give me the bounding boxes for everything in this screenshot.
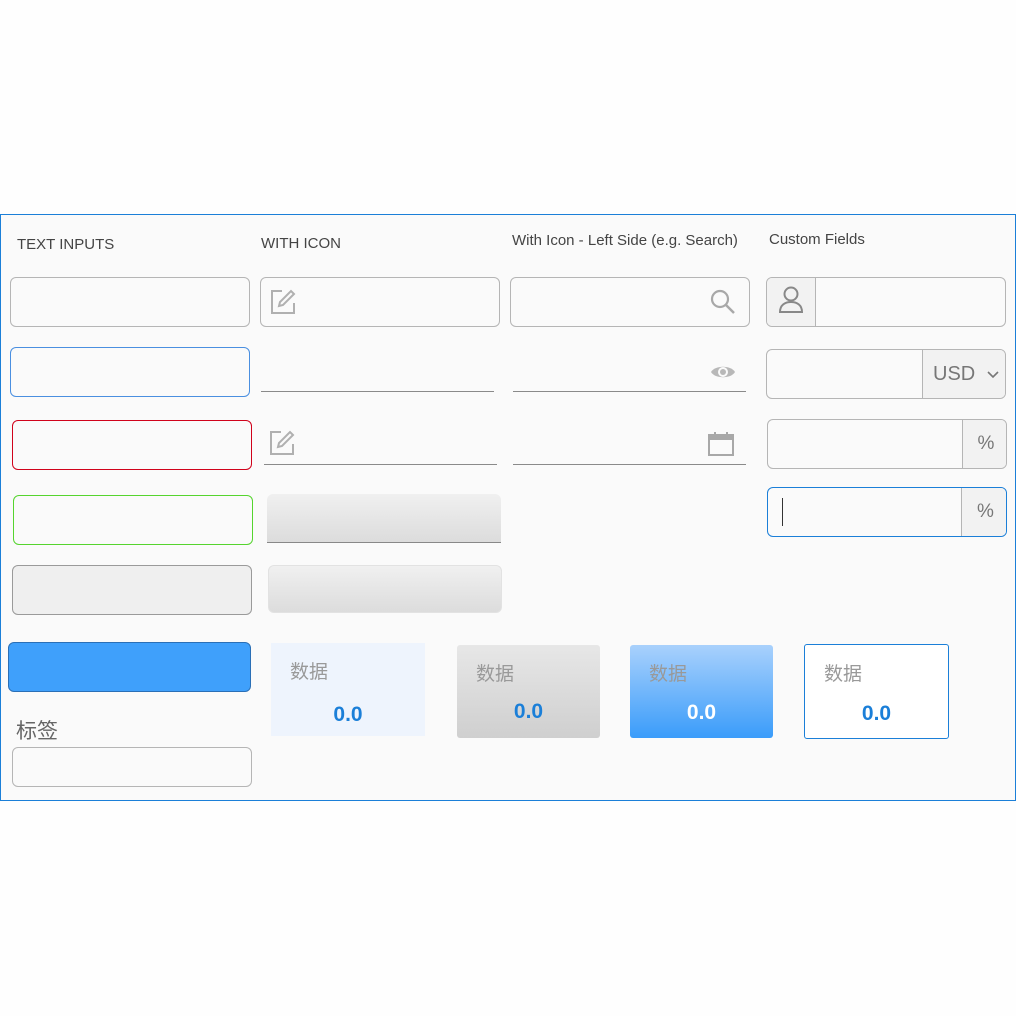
header-custom-fields: Custom Fields bbox=[769, 231, 865, 248]
filled-input[interactable] bbox=[268, 565, 502, 613]
calendar-icon[interactable] bbox=[705, 429, 737, 459]
data-card-blue[interactable]: 数据 0.0 bbox=[630, 645, 773, 738]
text-input-focused[interactable] bbox=[10, 347, 250, 397]
data-card-gray[interactable]: 数据 0.0 bbox=[457, 645, 600, 738]
currency-input-group[interactable]: USD bbox=[766, 349, 1006, 399]
password-input[interactable] bbox=[513, 350, 746, 392]
edit-icon bbox=[267, 286, 299, 318]
header-with-icon-left: With Icon - Left Side (e.g. Search) bbox=[512, 232, 738, 249]
card-label: 数据 bbox=[290, 662, 329, 683]
text-input-success[interactable] bbox=[13, 495, 253, 545]
card-value: 0.0 bbox=[513, 700, 544, 723]
date-input[interactable] bbox=[513, 423, 746, 465]
text-input-disabled[interactable] bbox=[12, 565, 252, 615]
percent-addon-focused: % bbox=[961, 488, 1006, 536]
labeled-text-input[interactable] bbox=[12, 747, 252, 787]
user-input-group[interactable] bbox=[766, 277, 1006, 327]
filled-input-underlined[interactable] bbox=[267, 494, 501, 543]
field-label: 标签 bbox=[16, 720, 58, 743]
card-value: 0.0 bbox=[861, 702, 892, 725]
search-icon[interactable] bbox=[707, 286, 739, 318]
text-input-error[interactable] bbox=[12, 420, 252, 470]
chevron-down-icon bbox=[987, 363, 999, 385]
header-text-inputs: TEXT INPUTS bbox=[17, 236, 115, 253]
card-value: 0.0 bbox=[686, 701, 717, 724]
card-label: 数据 bbox=[476, 664, 515, 685]
text-cursor bbox=[782, 498, 783, 526]
percent-input-group[interactable]: % bbox=[767, 419, 1007, 469]
percent-input-group-focused[interactable]: % bbox=[767, 487, 1007, 537]
search-input[interactable] bbox=[510, 277, 750, 327]
eye-icon[interactable] bbox=[707, 358, 739, 386]
card-value: 0.0 bbox=[333, 703, 363, 726]
text-input-default[interactable] bbox=[10, 277, 250, 327]
percent-addon: % bbox=[962, 420, 1006, 468]
currency-label: USD bbox=[933, 362, 976, 385]
data-card-light[interactable]: 数据 0.0 bbox=[271, 643, 425, 736]
underline-input-plain[interactable] bbox=[261, 350, 494, 392]
user-addon bbox=[767, 278, 816, 326]
card-label: 数据 bbox=[649, 664, 688, 685]
icon-input-boxed[interactable] bbox=[260, 277, 500, 327]
user-icon bbox=[777, 284, 805, 320]
card-label: 数据 bbox=[824, 664, 863, 685]
text-input-filled-primary[interactable] bbox=[8, 642, 251, 692]
header-with-icon: WITH ICON bbox=[261, 235, 341, 252]
data-card-outlined[interactable]: 数据 0.0 bbox=[804, 644, 949, 739]
underline-input-with-icon[interactable] bbox=[264, 423, 497, 465]
edit-icon bbox=[266, 427, 298, 459]
currency-select[interactable]: USD bbox=[922, 350, 1005, 398]
